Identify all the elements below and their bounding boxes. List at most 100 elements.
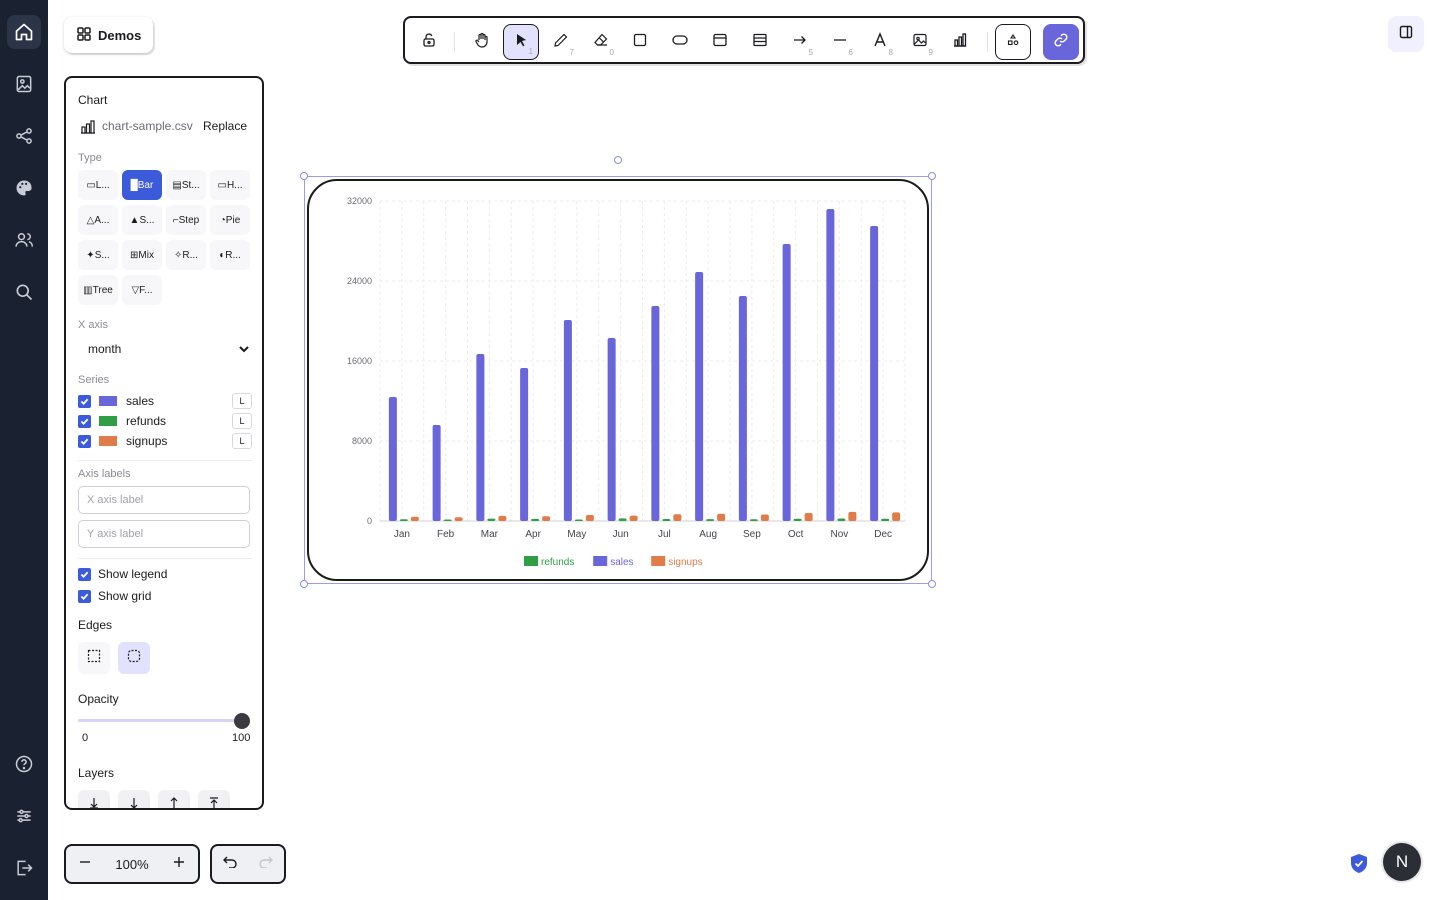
opacity-slider-thumb[interactable] [234, 713, 250, 729]
lock-tool[interactable] [411, 24, 447, 60]
line-tool[interactable]: 6 [822, 24, 858, 60]
type-radial-label: R... [225, 249, 241, 261]
series-sales-checkbox[interactable] [78, 394, 91, 408]
series-sales-axis-button[interactable]: L [232, 393, 252, 409]
help-icon[interactable] [7, 747, 41, 781]
show-grid-checkbox[interactable] [78, 589, 91, 603]
show-grid-row: Show grid [78, 589, 151, 603]
type-radial-button[interactable]: ◐ R... [210, 240, 250, 270]
send-to-back-button[interactable] [78, 790, 110, 808]
demos-label: Demos [98, 27, 142, 43]
resize-handle-se[interactable] [928, 580, 936, 588]
legend-label-sales: sales [610, 557, 633, 568]
rectangle-tool[interactable] [622, 24, 658, 60]
x-tick-label: Nov [830, 529, 848, 540]
series-refunds-checkbox[interactable] [78, 414, 91, 428]
shield-check-icon[interactable] [1351, 854, 1367, 878]
undo-button[interactable] [212, 855, 248, 873]
unlock-icon [421, 32, 437, 53]
search-icon[interactable] [7, 275, 41, 309]
bring-forward-button[interactable] [158, 790, 190, 808]
type-funnel-button[interactable]: ▽ F... [122, 275, 162, 305]
series-refunds-axis-button[interactable]: L [232, 413, 252, 429]
frame-tool[interactable] [702, 24, 738, 60]
image-shortcut: 9 [928, 48, 933, 57]
redo-button[interactable] [248, 855, 284, 873]
palette-icon[interactable] [7, 171, 41, 205]
users-icon[interactable] [7, 223, 41, 257]
chart-tool[interactable] [942, 24, 978, 60]
table-tool[interactable] [742, 24, 778, 60]
series-signups-swatch[interactable] [99, 436, 117, 446]
horizontal-bar-icon: ▭ [217, 179, 227, 191]
type-area-button[interactable]: △ A... [78, 205, 118, 235]
type-pie-button[interactable]: ◔ Pie [210, 205, 250, 235]
type-mix-button[interactable]: ⊞ Mix [122, 240, 162, 270]
shapes-icon [1005, 32, 1021, 53]
bar-refunds [662, 519, 671, 521]
bar-sales [388, 397, 397, 521]
series-signups-axis-button[interactable]: L [232, 433, 252, 449]
toggle-panel-button[interactable] [1388, 16, 1424, 52]
series-signups-checkbox[interactable] [78, 434, 91, 448]
user-avatar[interactable]: N [1383, 843, 1421, 881]
select-tool[interactable]: 1 [503, 24, 539, 60]
round-corner-icon [127, 649, 141, 668]
settings-sliders-icon[interactable] [7, 799, 41, 833]
radar-chart-icon: ✧ [174, 249, 183, 261]
image-tool[interactable]: 9 [902, 24, 938, 60]
rotate-handle[interactable] [614, 156, 622, 164]
stacked-area-icon: ▲ [129, 214, 140, 226]
sharp-edges-button[interactable] [78, 642, 110, 674]
opacity-slider-track[interactable] [78, 719, 242, 722]
replace-file-button[interactable]: Replace [203, 119, 247, 133]
bar-signups [804, 513, 813, 521]
toolbar-divider [987, 32, 988, 52]
resize-handle-ne[interactable] [928, 172, 936, 180]
bring-to-front-button[interactable] [198, 790, 230, 808]
zoom-controls: 100% [64, 844, 200, 884]
resize-handle-sw[interactable] [300, 580, 308, 588]
arrow-tool[interactable]: 5 [782, 24, 818, 60]
demos-button[interactable]: Demos [64, 17, 153, 53]
x-tick-label: Mar [481, 529, 499, 540]
extra-tools-button[interactable] [995, 24, 1031, 60]
ellipse-tool[interactable] [662, 24, 698, 60]
send-backward-button[interactable] [118, 790, 150, 808]
type-radar-button[interactable]: ✧ R... [166, 240, 206, 270]
type-stacked-area-label: S... [139, 214, 155, 226]
text-tool[interactable]: 8 [862, 24, 898, 60]
type-scatter-button[interactable]: ✦ S... [78, 240, 118, 270]
hand-tool[interactable] [464, 24, 500, 60]
bar-signups [542, 516, 551, 521]
zoom-out-button[interactable] [66, 846, 103, 882]
bar-refunds [881, 518, 890, 521]
round-edges-button[interactable] [118, 642, 150, 674]
x-axis-label-input[interactable]: X axis label [78, 486, 250, 514]
eraser-tool[interactable]: 0 [583, 24, 619, 60]
type-line-button[interactable]: ▭ L... [78, 170, 118, 200]
y-axis-label-input[interactable]: Y axis label [78, 520, 250, 548]
type-stacked-button[interactable]: ▤ St... [166, 170, 206, 200]
image-file-icon[interactable] [7, 67, 41, 101]
zoom-in-button[interactable] [161, 846, 198, 882]
series-label: Series [78, 374, 110, 386]
show-legend-checkbox[interactable] [78, 567, 91, 581]
bar-sales [870, 226, 879, 521]
arrow-up-icon [168, 796, 180, 808]
pen-tool[interactable]: 7 [543, 24, 579, 60]
type-step-button[interactable]: ⌐ Step [166, 205, 206, 235]
x-axis-select[interactable]: month [78, 334, 252, 364]
sidebar-panel-icon [1399, 25, 1413, 44]
series-sales-swatch[interactable] [99, 396, 117, 406]
type-horizontal-button[interactable]: ▭ H... [210, 170, 250, 200]
share-icon[interactable] [7, 119, 41, 153]
series-refunds-swatch[interactable] [99, 416, 117, 426]
type-tree-button[interactable]: ▥ Tree [78, 275, 118, 305]
zoom-level[interactable]: 100% [103, 846, 160, 882]
logout-icon[interactable] [7, 851, 41, 885]
home-icon[interactable] [7, 15, 41, 49]
share-link-button[interactable] [1043, 24, 1079, 60]
type-bar-button[interactable]: █ Bar [122, 170, 162, 200]
type-stacked-area-button[interactable]: ▲ S... [122, 205, 162, 235]
